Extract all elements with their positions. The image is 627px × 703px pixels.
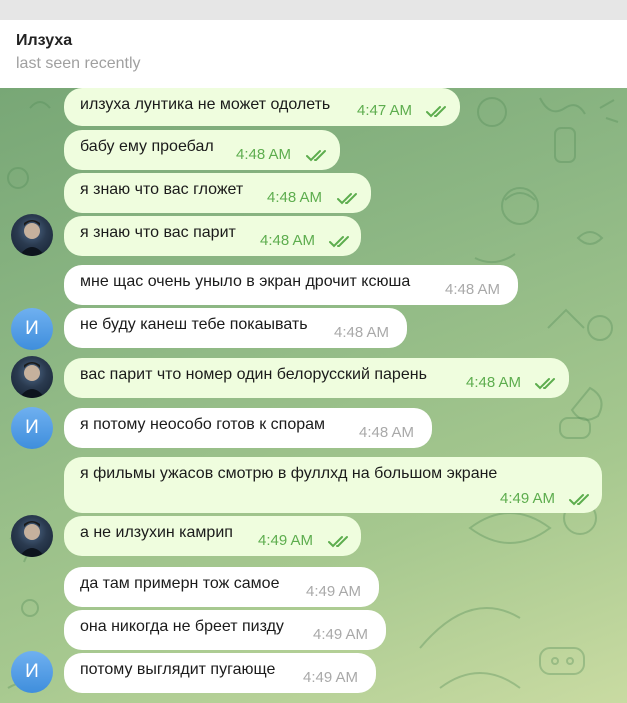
message-text: мне щас очень уныло в экран дрочит ксюша bbox=[80, 273, 411, 290]
chat-status: last seen recently bbox=[16, 55, 141, 72]
user-photo-icon bbox=[19, 362, 45, 398]
avatar[interactable] bbox=[11, 515, 53, 557]
message-text: вас парит что номер один белорусский пар… bbox=[80, 366, 427, 383]
message-text: потому выглядит пугающе bbox=[80, 661, 276, 678]
user-photo-icon bbox=[19, 220, 45, 256]
message-time: 4:49 AM bbox=[313, 626, 369, 643]
double-check-icon bbox=[535, 378, 555, 390]
message-text: я знаю что вас гложет bbox=[80, 181, 244, 198]
double-check-icon bbox=[569, 494, 589, 506]
avatar[interactable]: И bbox=[11, 651, 53, 693]
message-text: я потому неособо готов к спорам bbox=[80, 416, 326, 433]
message-text: она никогда не бреет пизду bbox=[80, 618, 284, 635]
message-time: 4:48 AM bbox=[359, 424, 415, 441]
window-top-strip bbox=[0, 0, 627, 20]
chat-title: Илзуха bbox=[16, 32, 73, 49]
message-bubble[interactable]: илзуха лунтика не может одолеть 4:47 AM bbox=[64, 88, 460, 126]
chat-area[interactable]: илзуха лунтика не может одолеть 4:47 AM … bbox=[0, 88, 627, 703]
message-text: да там примерн тож самое bbox=[80, 575, 280, 592]
message-text: я фильмы ужасов смотрю в фуллхд на больш… bbox=[80, 465, 498, 482]
message-bubble[interactable]: я знаю что вас парит 4:48 AM bbox=[64, 216, 361, 256]
message-time: 4:49 AM bbox=[303, 669, 359, 686]
message-bubble[interactable]: мне щас очень уныло в экран дрочит ксюша… bbox=[64, 265, 518, 305]
chat-header[interactable]: Илзуха last seen recently bbox=[0, 20, 627, 88]
message-bubble[interactable]: я фильмы ужасов смотрю в фуллхд на больш… bbox=[64, 457, 602, 513]
message-bubble[interactable]: да там примерн тож самое 4:49 AM bbox=[64, 567, 379, 607]
message-text: я знаю что вас парит bbox=[80, 224, 236, 241]
message-bubble[interactable]: она никогда не бреет пизду 4:49 AM bbox=[64, 610, 386, 650]
avatar[interactable] bbox=[11, 356, 53, 398]
message-time: 4:49 AM bbox=[306, 583, 362, 600]
user-photo-icon bbox=[19, 521, 45, 557]
message-time: 4:48 AM bbox=[466, 374, 522, 391]
message-time: 4:49 AM bbox=[258, 532, 314, 549]
message-bubble[interactable]: не буду канеш тебе покаывать 4:48 AM bbox=[64, 308, 407, 348]
message-bubble[interactable]: я потому неособо готов к спорам 4:48 AM bbox=[64, 408, 432, 448]
message-text: бабу ему проебал bbox=[80, 138, 214, 155]
message-bubble[interactable]: а не илзухин камрип 4:49 AM bbox=[64, 516, 361, 556]
message-time: 4:48 AM bbox=[260, 232, 316, 249]
avatar[interactable] bbox=[11, 214, 53, 256]
double-check-icon bbox=[306, 150, 326, 162]
double-check-icon bbox=[329, 236, 349, 248]
message-bubble[interactable]: потому выглядит пугающе 4:49 AM bbox=[64, 653, 376, 693]
message-time: 4:49 AM bbox=[500, 490, 556, 507]
message-time: 4:48 AM bbox=[236, 146, 292, 163]
message-time: 4:48 AM bbox=[445, 281, 501, 298]
avatar[interactable]: И bbox=[11, 407, 53, 449]
message-bubble[interactable]: бабу ему проебал 4:48 AM bbox=[64, 130, 340, 170]
double-check-icon bbox=[328, 536, 348, 548]
double-check-icon bbox=[337, 193, 357, 205]
avatar[interactable]: И bbox=[11, 308, 53, 350]
message-time: 4:47 AM bbox=[357, 102, 413, 119]
message-time: 4:48 AM bbox=[334, 324, 390, 341]
message-text: не буду канеш тебе покаывать bbox=[80, 316, 308, 333]
message-text: илзуха лунтика не может одолеть bbox=[80, 96, 331, 113]
message-time: 4:48 AM bbox=[267, 189, 323, 206]
message-bubble[interactable]: вас парит что номер один белорусский пар… bbox=[64, 358, 569, 398]
double-check-icon bbox=[426, 106, 446, 118]
message-text: а не илзухин камрип bbox=[80, 524, 233, 541]
message-bubble[interactable]: я знаю что вас гложет 4:48 AM bbox=[64, 173, 371, 213]
